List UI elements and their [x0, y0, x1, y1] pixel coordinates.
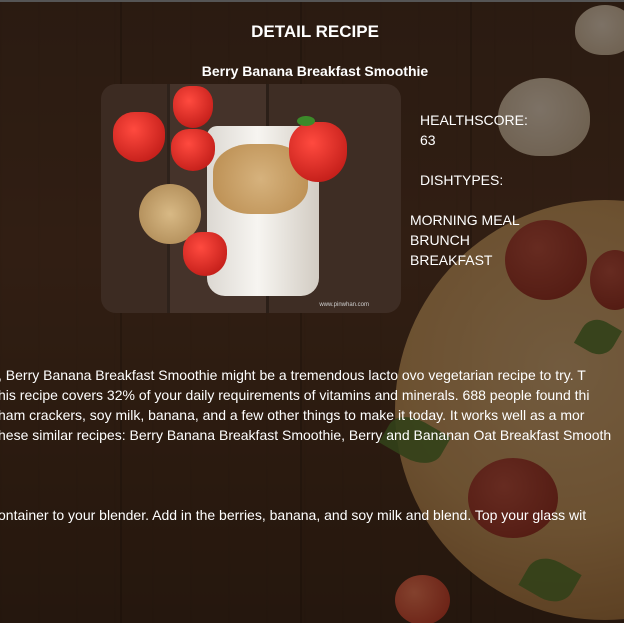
dishtype-item: BREAKFAST	[410, 252, 493, 268]
summary-line: , Berry Banana Breakfast Smoothie might …	[0, 367, 586, 383]
strawberry	[183, 232, 227, 276]
strawberry	[289, 122, 347, 182]
strawberry	[173, 86, 213, 128]
healthscore-label: HEALTHSCORE:	[420, 112, 528, 128]
summary-line: hese similar recipes: Berry Banana Break…	[0, 427, 612, 443]
page-title: DETAIL RECIPE	[251, 22, 379, 41]
recipe-name: Berry Banana Breakfast Smoothie	[201, 63, 429, 79]
dishtypes-label: DISHTYPES:	[420, 172, 504, 188]
image-watermark: www.pinwhan.com	[319, 302, 369, 308]
dishtype-item: MORNING MEAL	[410, 212, 520, 228]
healthscore-value: 63	[420, 132, 436, 148]
instructions-line: ontainer to your blender. Add in the ber…	[0, 507, 587, 523]
window-top-border	[0, 0, 624, 2]
strawberry	[171, 129, 215, 171]
summary-line: ham crackers, soy milk, banana, and a fe…	[0, 407, 585, 423]
recipe-image: www.pinwhan.com	[101, 84, 401, 313]
strawberry-stem	[297, 116, 315, 126]
dishtype-item: BRUNCH	[410, 232, 470, 248]
strawberry	[113, 112, 165, 162]
summary-line: his recipe covers 32% of your daily requ…	[0, 387, 590, 403]
